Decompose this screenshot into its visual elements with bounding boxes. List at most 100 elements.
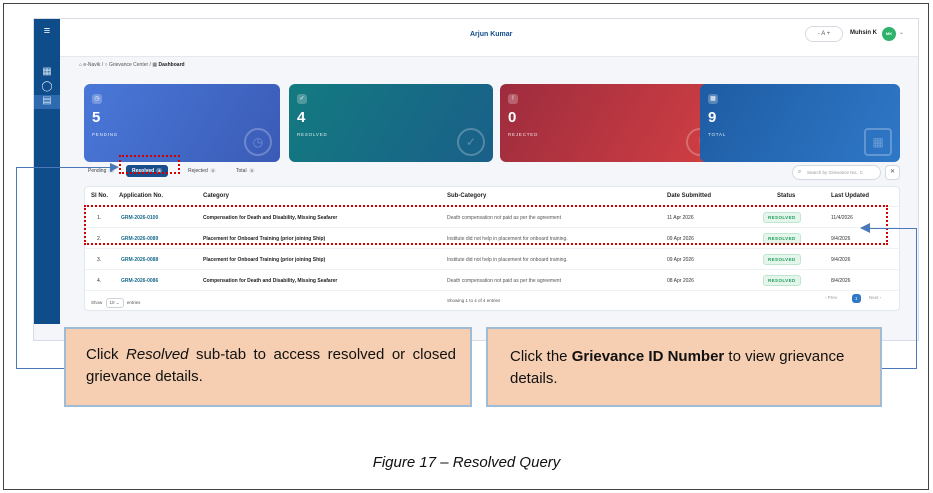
stat-value: 4 xyxy=(297,109,306,126)
stat-label: PENDING xyxy=(92,132,119,137)
stat-card-rejected[interactable]: ! 0 REJECTED ! xyxy=(500,84,722,162)
callout-text-part: Click xyxy=(86,346,126,363)
stat-card-pending[interactable]: ◷ 5 PENDING ◷ xyxy=(84,84,280,162)
user-name[interactable]: Muhsin K xyxy=(850,30,877,36)
highlight-grievance-rows xyxy=(84,205,888,245)
check-icon: ✓ xyxy=(457,128,485,156)
column-header: Last Updated xyxy=(831,193,870,199)
column-header: Status xyxy=(777,193,796,199)
connector-line xyxy=(916,228,917,368)
search-icon: ⌕ xyxy=(798,169,802,175)
callout-grievance-id: Click the Grievance ID Number to view gr… xyxy=(486,327,882,407)
hamburger-menu-icon[interactable]: ≡ xyxy=(41,25,53,37)
breadcrumb-item[interactable]: Grievance Center xyxy=(109,62,148,68)
connector-line xyxy=(880,368,917,369)
column-header: Sl No. xyxy=(91,193,109,199)
close-icon[interactable]: ✕ xyxy=(885,165,900,180)
font-size-control[interactable]: - A + xyxy=(805,26,843,42)
application-link[interactable]: GRM-2026-0088 xyxy=(121,257,158,263)
home-icon[interactable]: ⌂ xyxy=(79,62,82,68)
breadcrumb-item[interactable]: e-Navik xyxy=(83,62,100,68)
connector-line xyxy=(868,228,917,229)
search-icon: ○ xyxy=(104,62,108,68)
arrow-left-icon xyxy=(860,223,870,233)
cell-category: Placement for Onboard Training (prior jo… xyxy=(203,257,326,263)
prev-button[interactable]: ‹ Prev xyxy=(825,295,837,300)
next-button[interactable]: Next › xyxy=(869,295,881,300)
table-header-row: Sl No. Application No. Category Sub-Cate… xyxy=(85,187,901,207)
page-size-select[interactable]: 10 ⌄ xyxy=(105,298,124,308)
tab-label: Rejected xyxy=(188,168,208,174)
tab-label: Pending xyxy=(88,168,107,174)
arrow-right-icon xyxy=(110,163,119,172)
breadcrumb-current: Dashboard xyxy=(158,62,185,68)
grid-icon: ▦ xyxy=(708,94,718,104)
stat-card-resolved[interactable]: ✓ 4 RESOLVED ✓ xyxy=(289,84,493,162)
tab-label: Total xyxy=(236,168,247,174)
column-header: Application No. xyxy=(119,193,163,199)
grid-icon: ▦ xyxy=(152,62,158,68)
stat-label: REJECTED xyxy=(508,132,539,137)
status-badge: RESOLVED xyxy=(763,254,801,265)
stat-value: 0 xyxy=(508,109,517,126)
header-title: Arjun Kumar xyxy=(470,31,513,38)
status-badge: RESOLVED xyxy=(763,275,801,286)
document-icon[interactable]: ▤ xyxy=(34,95,60,109)
entries-label: entries xyxy=(126,300,141,305)
table-row[interactable]: 3. GRM-2026-0088 Placement for Onboard T… xyxy=(85,250,901,270)
page-size-value: 10 xyxy=(109,300,115,305)
column-header: Sub-Category xyxy=(447,193,487,199)
callout-resolved-tab: Click Resolved sub-tab to access resolve… xyxy=(64,327,472,407)
tab-count: 9 xyxy=(248,168,255,173)
showing-text: Showing 1 to 4 of 4 entries xyxy=(447,298,501,303)
tab-rejected[interactable]: Rejected 0 xyxy=(188,168,216,174)
cell-date: 09 Apr 2026 xyxy=(667,257,694,263)
cell-date: 08 Apr 2026 xyxy=(667,278,694,284)
stat-label: TOTAL xyxy=(708,132,727,137)
application-link[interactable]: GRM-2026-0086 xyxy=(121,278,158,284)
chevron-down-icon[interactable]: ⌄ xyxy=(899,29,904,36)
tab-total[interactable]: Total 9 xyxy=(236,168,255,174)
clock-icon: ◷ xyxy=(92,94,102,104)
cell-sub-category: Death compensation not paid as per the a… xyxy=(447,278,561,284)
cell-sl: 4. xyxy=(97,278,102,284)
callout-text: Click Resolved sub-tab to access resolve… xyxy=(86,344,456,388)
figure-caption: Figure 17 – Resolved Query xyxy=(372,454,561,471)
tab-count: 0 xyxy=(209,168,216,173)
connector-line xyxy=(16,368,66,369)
stat-label: RESOLVED xyxy=(297,132,328,137)
column-header: Category xyxy=(203,193,230,199)
search-input[interactable]: ⌕ Search by Grievance No., C xyxy=(792,165,881,180)
callout-text-part: Click the xyxy=(510,348,572,365)
column-header: Date Submitted xyxy=(667,193,712,199)
stat-card-total[interactable]: ▦ 9 TOTAL ▦ xyxy=(700,84,900,162)
connector-line xyxy=(16,167,17,369)
cell-updated: 9/4/2026 xyxy=(831,257,851,263)
check-icon: ✓ xyxy=(297,94,307,104)
highlight-resolved-tab xyxy=(119,155,180,174)
shield-icon[interactable]: ◯ xyxy=(41,81,53,93)
cell-updated: 8/4/2026 xyxy=(831,278,851,284)
stat-value: 5 xyxy=(92,109,101,126)
grievance-tabs: Pending 5 Resolved 4 Rejected 0 Total 9 ⌕ Sea… xyxy=(84,165,900,185)
cell-category: Compensation for Death and Disability, M… xyxy=(203,278,338,284)
cell-sub-category: Institute did not help in placement for … xyxy=(447,257,568,263)
breadcrumb: ⌂ e-Navik / ○ Grievance Center / ▦ Dashb… xyxy=(79,62,185,68)
sidebar: ≡ ▦ ◯ ▤ xyxy=(34,19,60,324)
stat-value: 9 xyxy=(708,109,717,126)
connector-line xyxy=(16,167,112,168)
grid-icon: ▦ xyxy=(864,128,892,156)
app-screenshot: ≡ ▦ ◯ ▤ Arjun Kumar - A + Muhsin K MK ⌄ … xyxy=(33,18,919,341)
page-size-control: Show 10 ⌄ entries xyxy=(91,298,140,308)
page-button[interactable]: 1 xyxy=(852,294,861,303)
table-row[interactable]: 4. GRM-2026-0086 Compensation for Death … xyxy=(85,271,901,291)
callout-text: Click the Grievance ID Number to view gr… xyxy=(510,346,855,390)
show-label: Show xyxy=(91,300,103,305)
table-footer: Show 10 ⌄ entries Showing 1 to 4 of 4 en… xyxy=(85,293,901,311)
top-bar: Arjun Kumar - A + Muhsin K MK ⌄ xyxy=(60,19,918,57)
clock-icon: ◷ xyxy=(244,128,272,156)
dashboard-icon[interactable]: ▦ xyxy=(41,66,53,78)
callout-emphasis: Grievance ID Number xyxy=(571,348,725,365)
avatar[interactable]: MK xyxy=(882,27,896,41)
search-placeholder: Search by Grievance No., C xyxy=(807,170,864,175)
